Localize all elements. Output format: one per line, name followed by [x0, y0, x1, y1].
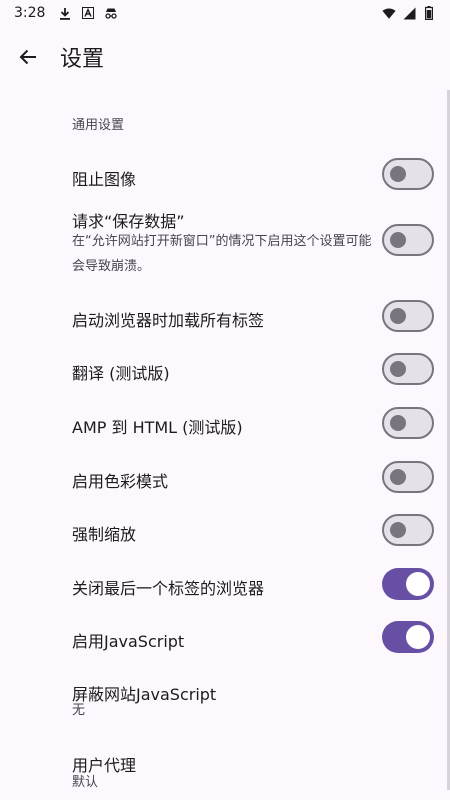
setting-title: 强制缩放	[72, 525, 137, 544]
setting-summary: 默认	[72, 775, 99, 790]
app-bar: 设置	[0, 26, 450, 88]
wifi-icon	[382, 6, 396, 20]
setting-title: 启用色彩模式	[72, 472, 169, 491]
setting-color-mode[interactable]: 启用色彩模式	[0, 449, 450, 505]
battery-icon	[422, 6, 436, 20]
status-left: 3:28	[14, 5, 118, 21]
setting-load-all-tabs[interactable]: 启动浏览器时加载所有标签	[0, 288, 450, 344]
status-bar: 3:28	[0, 0, 450, 26]
setting-title: AMP 到 HTML (测试版)	[72, 418, 243, 437]
color-mode-switch[interactable]	[382, 461, 434, 493]
setting-title: 阻止图像	[72, 170, 137, 189]
signal-icon	[402, 6, 416, 20]
setting-close-browser-last-tab[interactable]: 关闭最后一个标签的浏览器	[0, 556, 450, 612]
setting-summary: 无	[72, 703, 86, 718]
app-a-icon	[81, 6, 95, 20]
incognito-icon	[104, 6, 118, 20]
status-time: 3:28	[14, 5, 46, 21]
setting-title: 启动浏览器时加载所有标签	[72, 311, 265, 330]
block-images-switch[interactable]	[382, 158, 434, 190]
setting-block-images[interactable]: 阻止图像	[0, 146, 450, 202]
back-button[interactable]	[0, 29, 56, 85]
setting-translate[interactable]: 翻译 (测试版)	[0, 341, 450, 397]
setting-amp-to-html[interactable]: AMP 到 HTML (测试版)	[0, 395, 450, 451]
setting-title: 启用JavaScript	[72, 632, 185, 651]
category-header: 通用设置	[72, 118, 125, 133]
close-browser-last-tab-switch[interactable]	[382, 568, 434, 600]
setting-enable-javascript[interactable]: 启用JavaScript	[0, 609, 450, 665]
setting-summary: 在“允许网站打开新窗口”的情况下启用这个设置可能会导致崩溃。	[72, 234, 372, 274]
save-data-switch[interactable]	[382, 224, 434, 256]
translate-switch[interactable]	[382, 353, 434, 385]
enable-javascript-switch[interactable]	[382, 621, 434, 653]
arrow-back-icon	[19, 49, 36, 65]
setting-user-agent[interactable]: 用户代理 默认	[0, 744, 450, 800]
setting-title: 翻译 (测试版)	[72, 364, 170, 383]
load-all-tabs-switch[interactable]	[382, 300, 434, 332]
force-zoom-switch[interactable]	[382, 514, 434, 546]
download-icon	[58, 6, 72, 20]
amp-to-html-switch[interactable]	[382, 407, 434, 439]
page-title: 设置	[60, 47, 105, 72]
setting-save-data[interactable]: 请求“保存数据” 在“允许网站打开新窗口”的情况下启用这个设置可能会导致崩溃。	[0, 202, 450, 282]
status-right	[382, 6, 436, 20]
setting-title: 关闭最后一个标签的浏览器	[72, 579, 265, 598]
setting-force-zoom[interactable]: 强制缩放	[0, 502, 450, 558]
setting-block-site-javascript[interactable]: 屏蔽网站JavaScript 无	[0, 671, 450, 733]
